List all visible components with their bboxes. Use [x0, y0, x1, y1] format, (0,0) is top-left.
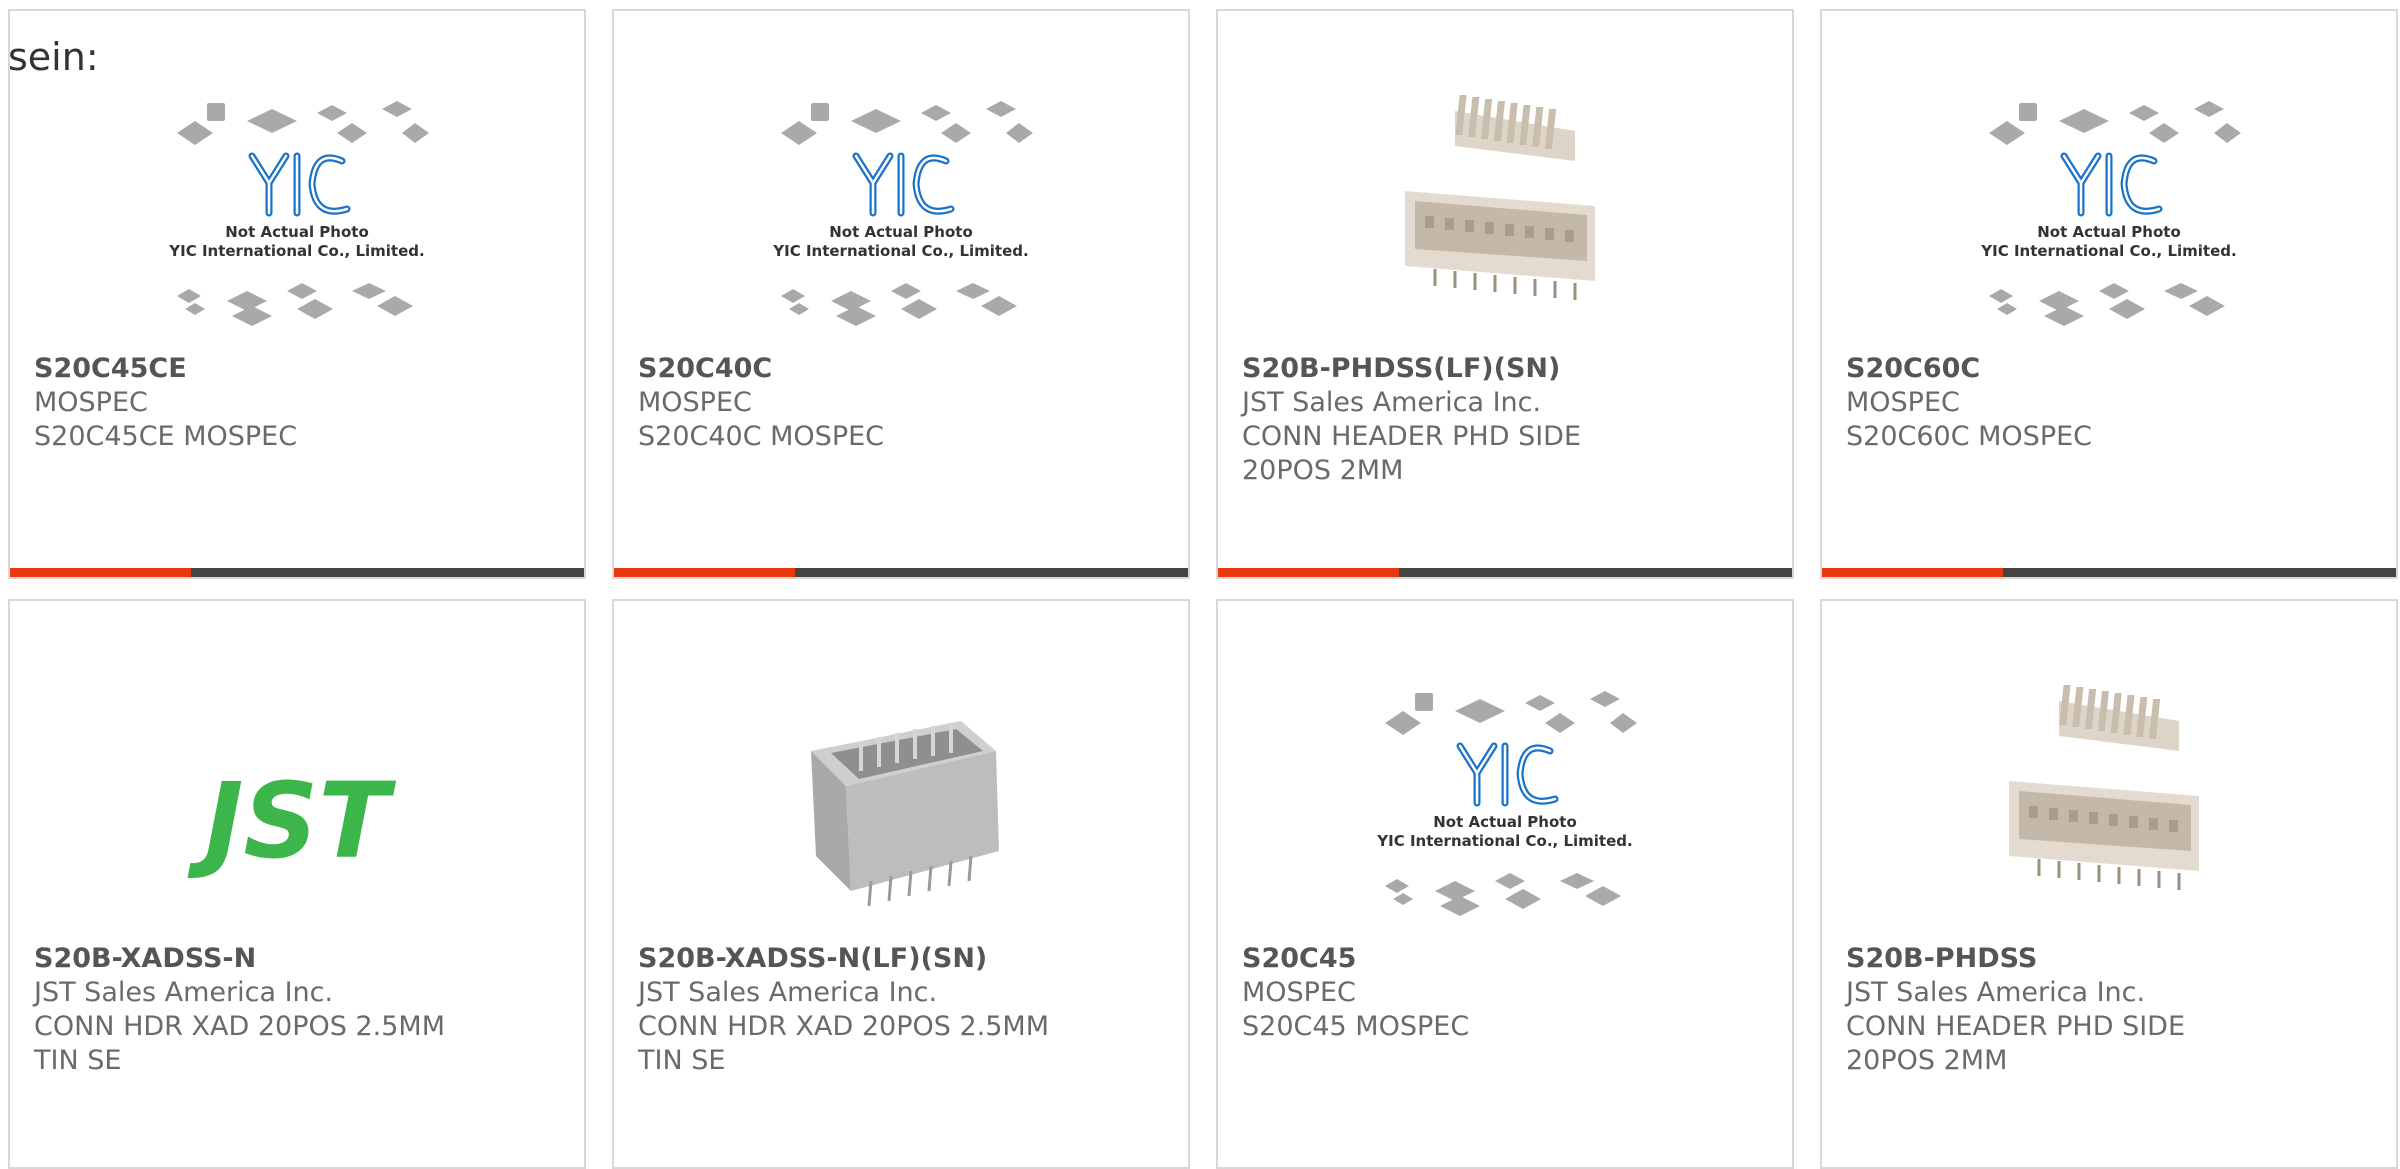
placeholder-line2: YIC International Co., Limited. — [168, 242, 424, 260]
placeholder-line2: YIC International Co., Limited. — [1980, 242, 2236, 260]
description: S20C45CE MOSPEC — [34, 421, 298, 452]
jst-logo-text: JST — [187, 760, 397, 882]
jst-logo: JST — [187, 760, 397, 882]
placeholder-line2: YIC International Co., Limited. — [1376, 832, 1632, 850]
placeholder-line1: Not Actual Photo — [1433, 813, 1577, 831]
yic-placeholder-image: Not Actual Photo YIC International Co., … — [1365, 681, 1645, 951]
description: S20C60C MOSPEC — [1846, 421, 2093, 452]
manufacturer: MOSPEC — [1846, 387, 1960, 418]
part-number[interactable]: S20B-XADSS-N — [34, 942, 560, 976]
product-card[interactable]: Not Actual Photo YIC International Co., … — [1820, 9, 2398, 579]
product-card[interactable]: Not Actual Photo YIC International Co., … — [1216, 599, 1794, 1169]
product-card[interactable]: Not Actual Photo YIC International Co., … — [8, 9, 586, 579]
jst-logo-image: JST — [157, 681, 437, 951]
manufacturer: JST Sales America Inc. — [34, 977, 334, 1008]
part-number[interactable]: S20C45CE — [34, 352, 560, 386]
product-card[interactable]: S20B-XADSS-N(LF)(SN) JST Sales America I… — [612, 599, 1190, 1169]
card-footer-bar — [10, 568, 584, 577]
part-number[interactable]: S20B-XADSS-N(LF)(SN) — [638, 942, 1164, 976]
product-card[interactable]: JST S20B-XADSS-N JST Sales America Inc. … — [8, 599, 586, 1169]
description: CONN HDR XAD 20POS 2.5MM TIN SE — [34, 1011, 445, 1076]
manufacturer: MOSPEC — [34, 387, 148, 418]
chip-placeholder-icon: Not Actual Photo YIC International Co., … — [168, 101, 429, 326]
product-card[interactable]: S20B-PHDSS JST Sales America Inc. CONN H… — [1820, 599, 2398, 1169]
description: S20C40C MOSPEC — [638, 421, 885, 452]
manufacturer: JST Sales America Inc. — [1846, 977, 2146, 1008]
description: S20C45 MOSPEC — [1242, 1011, 1470, 1042]
xad-header-photo — [761, 681, 1041, 951]
card-footer-bar — [614, 568, 1188, 577]
part-number[interactable]: S20C60C — [1846, 352, 2372, 386]
chip-placeholder-icon: Not Actual Photo YIC International Co., … — [1980, 101, 2241, 326]
phd-header-photo — [1365, 91, 1645, 361]
manufacturer: MOSPEC — [638, 387, 752, 418]
connector-photo-icon — [1405, 95, 1595, 300]
product-grid: Not Actual Photo YIC International Co., … — [8, 9, 2398, 1169]
intro-text: sein: — [8, 35, 99, 79]
product-card[interactable]: S20B-PHDSS(LF)(SN) JST Sales America Inc… — [1216, 9, 1794, 579]
connector-photo-icon — [811, 721, 999, 907]
part-number[interactable]: S20C45 — [1242, 942, 1768, 976]
chip-placeholder-icon: Not Actual Photo YIC International Co., … — [1376, 691, 1637, 916]
placeholder-line1: Not Actual Photo — [225, 223, 369, 241]
yic-placeholder-image: Not Actual Photo YIC International Co., … — [157, 91, 437, 361]
connector-photo-icon — [2009, 685, 2199, 890]
description: CONN HDR XAD 20POS 2.5MM TIN SE — [638, 1011, 1049, 1076]
manufacturer: JST Sales America Inc. — [1242, 387, 1542, 418]
yic-placeholder-image: Not Actual Photo YIC International Co., … — [1969, 91, 2249, 361]
phd-header-photo — [1969, 681, 2249, 951]
part-number[interactable]: S20C40C — [638, 352, 1164, 386]
card-footer-bar — [1822, 568, 2396, 577]
card-footer-bar — [1218, 568, 1792, 577]
part-number[interactable]: S20B-PHDSS(LF)(SN) — [1242, 352, 1768, 386]
product-card[interactable]: Not Actual Photo YIC International Co., … — [612, 9, 1190, 579]
manufacturer: JST Sales America Inc. — [638, 977, 938, 1008]
description: CONN HEADER PHD SIDE 20POS 2MM — [1242, 421, 1582, 486]
yic-placeholder-image: Not Actual Photo YIC International Co., … — [761, 91, 1041, 361]
manufacturer: MOSPEC — [1242, 977, 1356, 1008]
part-number[interactable]: S20B-PHDSS — [1846, 942, 2372, 976]
placeholder-line1: Not Actual Photo — [2037, 223, 2181, 241]
placeholder-line1: Not Actual Photo — [829, 223, 973, 241]
description: CONN HEADER PHD SIDE 20POS 2MM — [1846, 1011, 2186, 1076]
placeholder-line2: YIC International Co., Limited. — [772, 242, 1028, 260]
chip-placeholder-icon: Not Actual Photo YIC International Co., … — [772, 101, 1033, 326]
